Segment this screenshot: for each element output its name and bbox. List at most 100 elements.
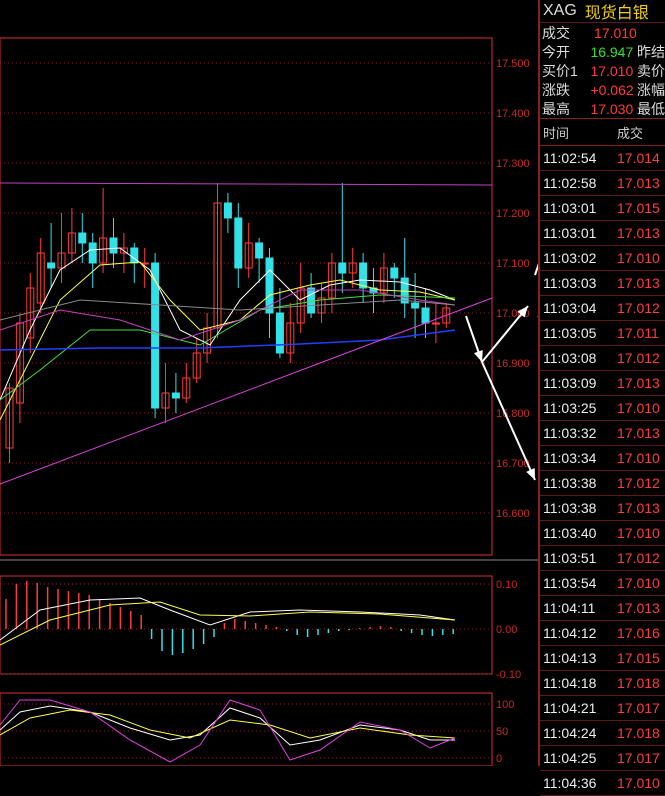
annotation-arrow-head (473, 350, 483, 362)
quote-panel: XAG 现货白银 成交 17.010 今开 16.947 昨结 买价1 17.010 卖价涨跌… (538, 0, 665, 796)
quote-label: 最高 (542, 100, 570, 117)
tick-price: 17.012 (617, 350, 660, 366)
tick-time: 11:03:05 (543, 325, 597, 341)
tick-time: 11:03:04 (543, 300, 597, 316)
price-axis-label: 16.700 (496, 458, 530, 470)
tick-time: 11:04:12 (543, 625, 597, 641)
price-axis-label: 17.300 (496, 158, 530, 170)
quote-value: 17.010 (594, 24, 637, 41)
quote-row: 成交 17.010 (540, 23, 665, 42)
price-axis-label: 17.500 (496, 58, 530, 70)
tick-price: 17.013 (617, 600, 660, 616)
tick-price: 17.010 (617, 775, 660, 791)
candle-body (78, 232, 87, 244)
candle-body (171, 392, 180, 399)
quote-value: 16.947 (590, 43, 634, 60)
tick-time: 11:03:02 (543, 250, 597, 266)
tick-time: 11:03:01 (543, 225, 597, 241)
macd-axis-label: 0.10 (496, 579, 517, 591)
tick-row: 11:03:25 17.010 (540, 396, 665, 421)
candle-body (109, 237, 118, 254)
candle-body (255, 242, 264, 259)
price-axis-label: 17.400 (496, 108, 530, 120)
ma30-line (0, 289, 456, 341)
tick-row: 11:03:08 17.012 (540, 346, 665, 371)
quote-value: +0.062 (590, 81, 634, 98)
price-axis-label: 16.800 (496, 408, 530, 420)
quote-label: 涨跌 (542, 81, 570, 98)
macd-axis-label: -0.10 (496, 669, 521, 681)
tick-price: 17.013 (617, 500, 660, 516)
tick-row: 11:03:38 17.013 (540, 496, 665, 521)
tick-price: 17.013 (617, 225, 660, 241)
tick-time: 11:03:09 (543, 375, 597, 391)
candle-body (88, 242, 97, 264)
tick-row: 11:03:09 17.013 (540, 371, 665, 396)
candle-body (307, 287, 316, 314)
price-axis-label: 17.100 (496, 258, 530, 270)
tick-time: 11:04:21 (543, 700, 597, 716)
tick-price: 17.014 (617, 150, 660, 166)
tick-row: 11:04:11 17.013 (540, 596, 665, 621)
tick-price: 17.010 (617, 525, 660, 541)
tick-row: 11:03:04 17.012 (540, 296, 665, 321)
tick-price: 17.012 (617, 475, 660, 491)
chart-area[interactable]: 17.500 17.400 17.300 17.200 17.100 17.000 16.9… (0, 0, 538, 766)
tick-list[interactable]: 11:02:54 17.014 11:02:58 17.013 11:03:01 17.0… (540, 146, 665, 796)
tick-row: 11:04:24 17.018 (540, 721, 665, 746)
kdj-axis-label: 100 (496, 699, 514, 711)
tick-price: 17.012 (617, 550, 660, 566)
quote-extra-label: 卖价 (637, 62, 665, 79)
tick-row: 11:04:25 17.017 (540, 746, 665, 771)
candle-body (223, 202, 232, 219)
macd-axis-label: 0.00 (496, 624, 517, 636)
tick-price: 17.010 (617, 400, 660, 416)
ma10-line (0, 261, 456, 421)
tick-row: 11:03:34 17.010 (540, 446, 665, 471)
tick-time: 11:04:36 (543, 775, 597, 791)
quote-header: XAG 现货白银 (540, 0, 665, 23)
tick-time: 11:04:13 (543, 650, 597, 666)
tick-row: 11:03:03 17.013 (540, 271, 665, 296)
candle-body (400, 277, 409, 304)
candle-body (431, 322, 440, 325)
tick-row: 11:03:02 17.010 (540, 246, 665, 271)
kdj-panel-frame (0, 692, 493, 766)
tick-row: 11:03:38 17.012 (540, 471, 665, 496)
tick-time: 11:04:25 (543, 750, 597, 766)
tick-price: 17.011 (617, 325, 659, 341)
tick-time: 11:04:18 (543, 675, 597, 691)
price-axis-label: 16.600 (496, 508, 530, 520)
ticks-header-time: 时间 (543, 125, 570, 141)
tick-row: 11:04:18 17.018 (540, 671, 665, 696)
tick-row: 11:03:40 17.010 (540, 521, 665, 546)
kdj-axis-label: 50 (496, 726, 508, 738)
tick-price: 17.017 (617, 750, 660, 766)
price-axis-label: 16.900 (496, 358, 530, 370)
tick-row: 11:04:13 17.015 (540, 646, 665, 671)
tick-time: 11:03:03 (543, 275, 597, 291)
tick-price: 17.010 (617, 250, 660, 266)
ma60-line (0, 299, 456, 321)
tick-time: 11:02:58 (543, 175, 597, 191)
quote-value: 17.030 (590, 100, 634, 117)
tick-row: 11:04:12 17.016 (540, 621, 665, 646)
candle-body (47, 262, 56, 269)
price-axis-label: 17.200 (496, 208, 530, 220)
quote-label: 买价1 (542, 62, 578, 79)
tick-time: 11:03:54 (543, 575, 597, 591)
kdj-d-line (0, 709, 456, 739)
quote-row: 涨跌 +0.062 涨幅 (540, 80, 665, 99)
tick-time: 11:03:32 (543, 425, 597, 441)
tick-time: 11:04:11 (543, 600, 596, 616)
tick-time: 11:04:24 (543, 725, 597, 741)
tick-time: 11:03:01 (543, 200, 597, 216)
candlestick-chart[interactable]: 17.50017.40017.30017.20017.10017.00016.9… (0, 0, 538, 766)
tick-price: 17.013 (617, 175, 660, 191)
tick-row: 11:03:54 17.010 (540, 571, 665, 596)
quote-row: 今开 16.947 昨结 (540, 42, 665, 61)
tick-price: 17.010 (617, 575, 660, 591)
tick-price: 17.010 (617, 450, 660, 466)
tick-time: 11:03:38 (543, 500, 597, 516)
symbol-name: 现货白银 (584, 5, 649, 22)
